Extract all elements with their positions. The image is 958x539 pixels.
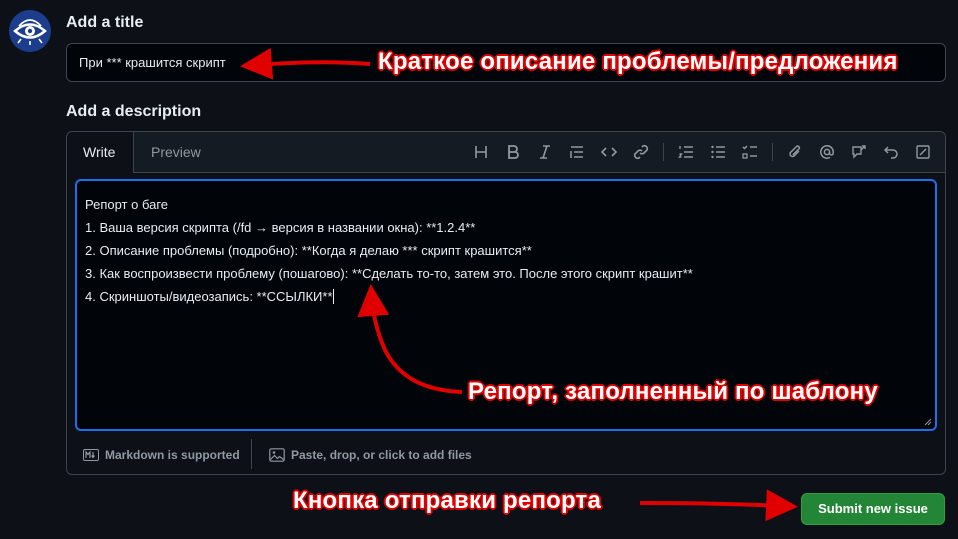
text-line: Репорт о баге xyxy=(85,197,169,212)
text-line: 3. Как воспроизвести проблему (пошагово)… xyxy=(85,266,693,281)
editor-header: Write Preview xyxy=(67,132,945,173)
description-label: Add a description xyxy=(66,103,202,120)
markdown-icon xyxy=(83,449,99,461)
annotation-button-note: Кнопка отправки репорта xyxy=(293,487,602,514)
text-line-last: 4. Скриншоты/видеозапись: **ССЫЛКИ** xyxy=(85,285,927,308)
markdown-hint-label: Markdown is supported xyxy=(105,448,240,462)
avatar[interactable] xyxy=(9,10,51,52)
tab-preview[interactable]: Preview xyxy=(135,132,217,172)
bold-icon[interactable] xyxy=(497,140,529,164)
image-icon xyxy=(269,448,285,462)
italic-icon[interactable] xyxy=(529,140,561,164)
markdown-hint[interactable]: Markdown is supported xyxy=(83,445,240,465)
annotation-report-note: Репорт, заполненный по шаблону xyxy=(468,378,878,405)
quote-icon[interactable] xyxy=(561,140,593,164)
text-line: 2. Описание проблемы (подробно): **Когда… xyxy=(85,243,532,258)
title-label: Add a title xyxy=(66,14,144,31)
annotation-title-note: Краткое описание проблемы/предложения xyxy=(378,48,898,75)
resize-handle-icon[interactable] xyxy=(924,418,932,426)
submit-new-issue-button[interactable]: Submit new issue xyxy=(801,493,945,525)
mention-icon[interactable] xyxy=(811,140,843,164)
fullscreen-icon[interactable] xyxy=(907,140,939,164)
description-editor: Write Preview Репорт о баге 1. Ваша верси… xyxy=(66,131,946,475)
reference-icon[interactable] xyxy=(843,140,875,164)
undo-icon[interactable] xyxy=(875,140,907,164)
text-line: 1. Ваша версия скрипта (/fd → версия в н… xyxy=(85,220,476,235)
tab-write[interactable]: Write xyxy=(67,132,134,173)
link-icon[interactable] xyxy=(625,140,657,164)
eye-logo-icon xyxy=(9,10,51,52)
numbered-list-icon[interactable] xyxy=(670,140,702,164)
attach-icon[interactable] xyxy=(779,140,811,164)
attach-hint-label: Paste, drop, or click to add files xyxy=(291,448,472,462)
text-line: 4. Скриншоты/видеозапись: **ССЫЛКИ** xyxy=(85,289,333,304)
attach-files-hint[interactable]: Paste, drop, or click to add files xyxy=(269,445,472,465)
unordered-list-icon[interactable] xyxy=(702,140,734,164)
task-list-icon[interactable] xyxy=(734,140,766,164)
text-caret xyxy=(332,289,334,304)
toolbar-divider xyxy=(663,143,664,161)
footer-divider xyxy=(251,439,252,469)
toolbar-divider xyxy=(772,143,773,161)
heading-icon[interactable] xyxy=(465,140,497,164)
code-icon[interactable] xyxy=(593,140,625,164)
markdown-toolbar xyxy=(465,140,939,164)
arrow-to-submit xyxy=(639,489,798,522)
